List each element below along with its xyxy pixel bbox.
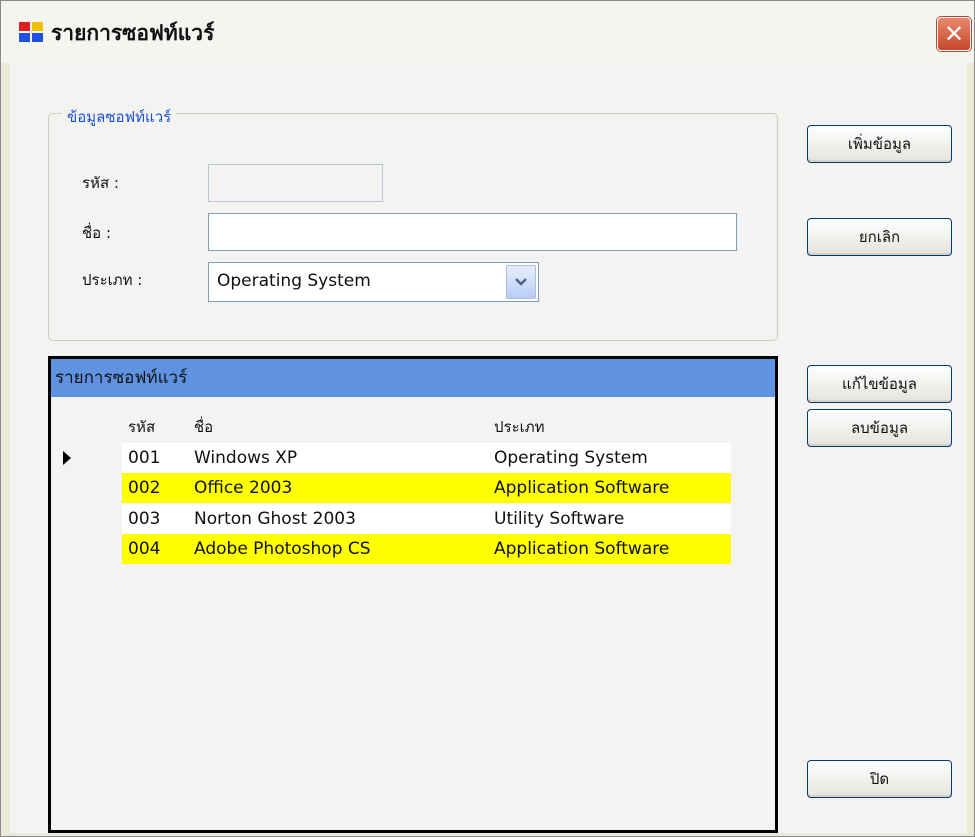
cell-name: Adobe Photoshop CS: [194, 539, 371, 559]
name-field[interactable]: [208, 213, 737, 251]
close-window-button[interactable]: ✕: [937, 17, 971, 51]
cell-code: 003: [128, 509, 161, 529]
window-title: รายการซอฟท์แวร์: [51, 21, 215, 45]
cell-name: Norton Ghost 2003: [194, 509, 356, 529]
column-header-type[interactable]: ประเภท: [494, 415, 545, 439]
chevron-down-icon: [515, 278, 527, 286]
cell-name: Office 2003: [194, 478, 293, 498]
edit-button[interactable]: แก้ไขข้อมูล: [807, 365, 952, 403]
grid-caption: รายการซอฟท์แวร์: [51, 359, 775, 397]
app-icon: [19, 22, 43, 42]
add-button[interactable]: เพิ่มข้อมูล: [807, 125, 952, 163]
code-label: รหัส :: [82, 174, 119, 192]
cancel-button[interactable]: ยกเลิก: [807, 218, 952, 256]
software-list-window: รายการซอฟท์แวร์ ✕ ข้อมูลซอฟท์แวร์ รหัส :…: [0, 0, 975, 837]
column-header-name[interactable]: ชื่อ: [194, 415, 213, 439]
cell-code: 002: [128, 478, 161, 498]
title-bar: รายการซอฟท์แวร์ ✕: [1, 1, 974, 63]
cell-type: Application Software: [494, 539, 670, 559]
type-selected-value: Operating System: [217, 271, 371, 291]
table-row[interactable]: 001 Windows XP Operating System: [122, 443, 731, 473]
table-row[interactable]: 004 Adobe Photoshop CS Application Softw…: [122, 534, 731, 564]
groupbox-caption: ข้อมูลซอฟท์แวร์: [62, 105, 177, 129]
table-row[interactable]: 002 Office 2003 Application Software: [122, 473, 731, 503]
cell-code: 004: [128, 539, 161, 559]
column-header-code[interactable]: รหัส: [128, 415, 155, 439]
cell-type: Operating System: [494, 448, 648, 468]
code-field: [208, 164, 383, 202]
software-grid[interactable]: รายการซอฟท์แวร์ รหัส ชื่อ ประเภท 001 Win…: [48, 356, 778, 833]
cell-type: Application Software: [494, 478, 670, 498]
type-label: ประเภท :: [82, 271, 143, 289]
table-row[interactable]: 003 Norton Ghost 2003 Utility Software: [122, 504, 731, 534]
cell-code: 001: [128, 448, 161, 468]
cell-type: Utility Software: [494, 509, 625, 529]
row-pointer-icon: [63, 451, 71, 465]
type-select[interactable]: Operating System: [208, 262, 539, 302]
cell-name: Windows XP: [194, 448, 298, 468]
close-button[interactable]: ปิด: [807, 760, 952, 798]
name-label: ชื่อ :: [82, 224, 112, 242]
delete-button[interactable]: ลบข้อมูล: [807, 409, 952, 447]
client-area: ข้อมูลซอฟท์แวร์ รหัส : ชื่อ : ประเภท : O…: [10, 63, 967, 833]
dropdown-button[interactable]: [506, 265, 536, 299]
close-icon: ✕: [943, 20, 965, 48]
